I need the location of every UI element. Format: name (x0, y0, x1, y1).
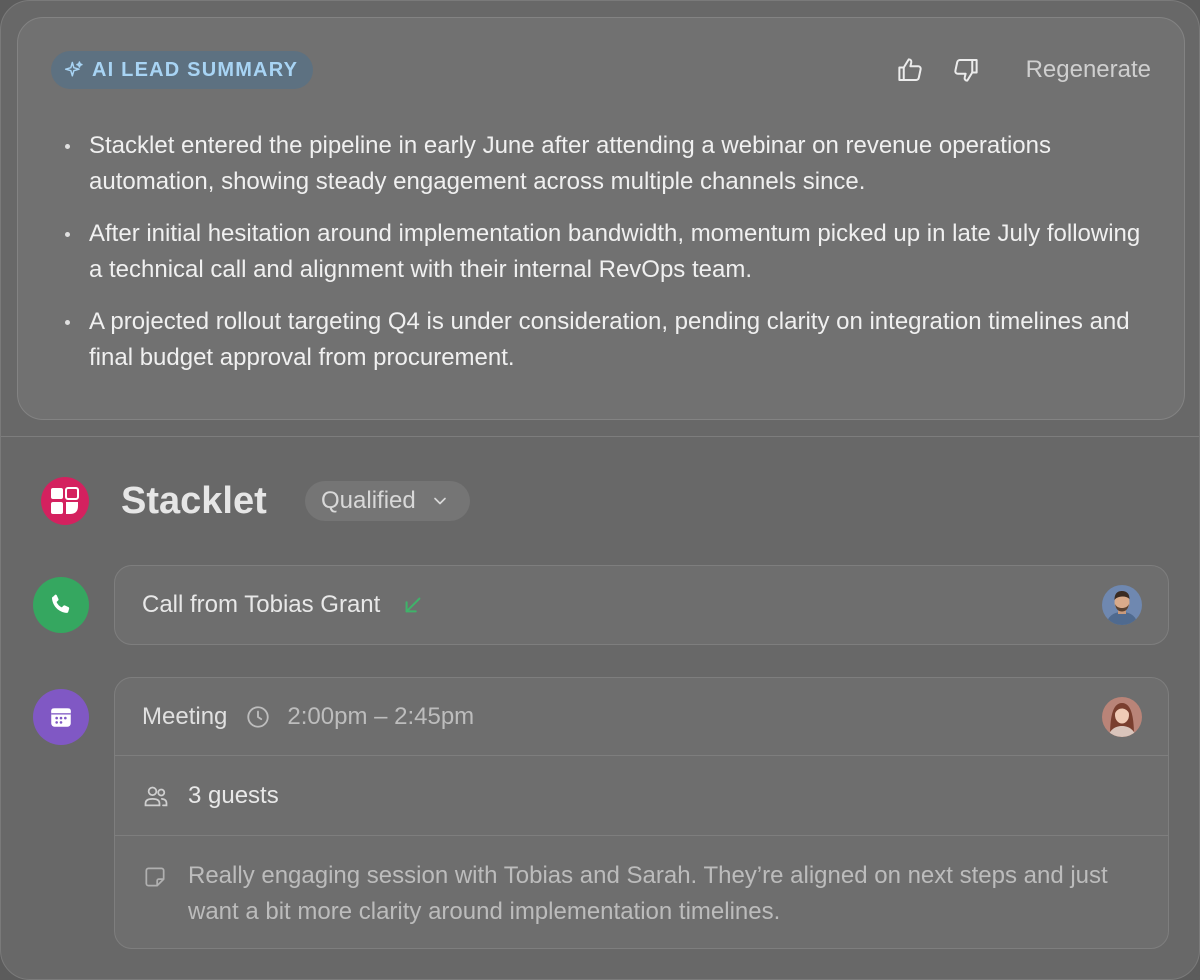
meeting-guests-row[interactable]: 3 guests (115, 756, 1168, 836)
section-divider (1, 436, 1199, 437)
chevron-down-icon (433, 497, 446, 505)
summary-bullet: Stacklet entered the pipeline in early J… (65, 128, 1155, 200)
call-title: Call from Tobias Grant (142, 591, 381, 618)
avatar[interactable] (1102, 585, 1142, 625)
lead-panel: AI LEAD SUMMARY Regenerate Stacklet ente… (0, 0, 1200, 980)
thumbs-up-icon (897, 58, 922, 81)
incoming-arrow-icon (405, 597, 421, 613)
ai-summary-label: AI LEAD SUMMARY (92, 58, 299, 81)
thumbs-down-icon (953, 59, 978, 82)
calendar-icon (51, 708, 71, 727)
call-card[interactable]: Call from Tobias Grant (114, 565, 1169, 645)
meeting-title: Meeting (142, 702, 228, 730)
sparkle-icon (64, 61, 83, 77)
meeting-timeline-icon (33, 689, 89, 745)
note-icon (145, 867, 165, 887)
meeting-note: Really engaging session with Tobias and … (188, 862, 1108, 925)
meeting-guests: 3 guests (188, 781, 279, 809)
status-dropdown[interactable]: Qualified (305, 481, 470, 521)
call-row: Call from Tobias Grant (115, 566, 1168, 644)
summary-bullet: A projected rollout targeting Q4 is unde… (65, 304, 1155, 376)
ai-summary-card: AI LEAD SUMMARY Regenerate Stacklet ente… (17, 17, 1185, 420)
phone-icon (51, 594, 70, 613)
summary-bullet: After initial hesitation around implemen… (65, 216, 1155, 288)
summary-bullet-list: Stacklet entered the pipeline in early J… (65, 128, 1155, 392)
regenerate-button[interactable]: Regenerate (1026, 56, 1151, 84)
meeting-note-row: Really engaging session with Tobias and … (115, 836, 1168, 930)
stacklet-logo (41, 477, 89, 525)
thumbs-down-button[interactable] (948, 52, 984, 88)
call-timeline-icon (33, 577, 89, 633)
meeting-card[interactable]: Meeting 2:00pm – 2:45pm 3 guests Really … (114, 677, 1169, 949)
meeting-time: 2:00pm – 2:45pm (287, 702, 475, 730)
clock-icon (247, 705, 270, 728)
avatar-tobias (1102, 585, 1142, 625)
status-value: Qualified (321, 487, 416, 514)
summary-actions: Regenerate (892, 51, 1151, 89)
avatar[interactable] (1102, 696, 1142, 737)
guests-icon (144, 786, 168, 806)
ai-summary-badge: AI LEAD SUMMARY (51, 51, 314, 89)
avatar-sarah (1102, 696, 1142, 737)
thumbs-up-button[interactable] (892, 52, 928, 88)
meeting-header-row: Meeting 2:00pm – 2:45pm (115, 678, 1168, 756)
company-name: Stacklet (121, 480, 267, 522)
